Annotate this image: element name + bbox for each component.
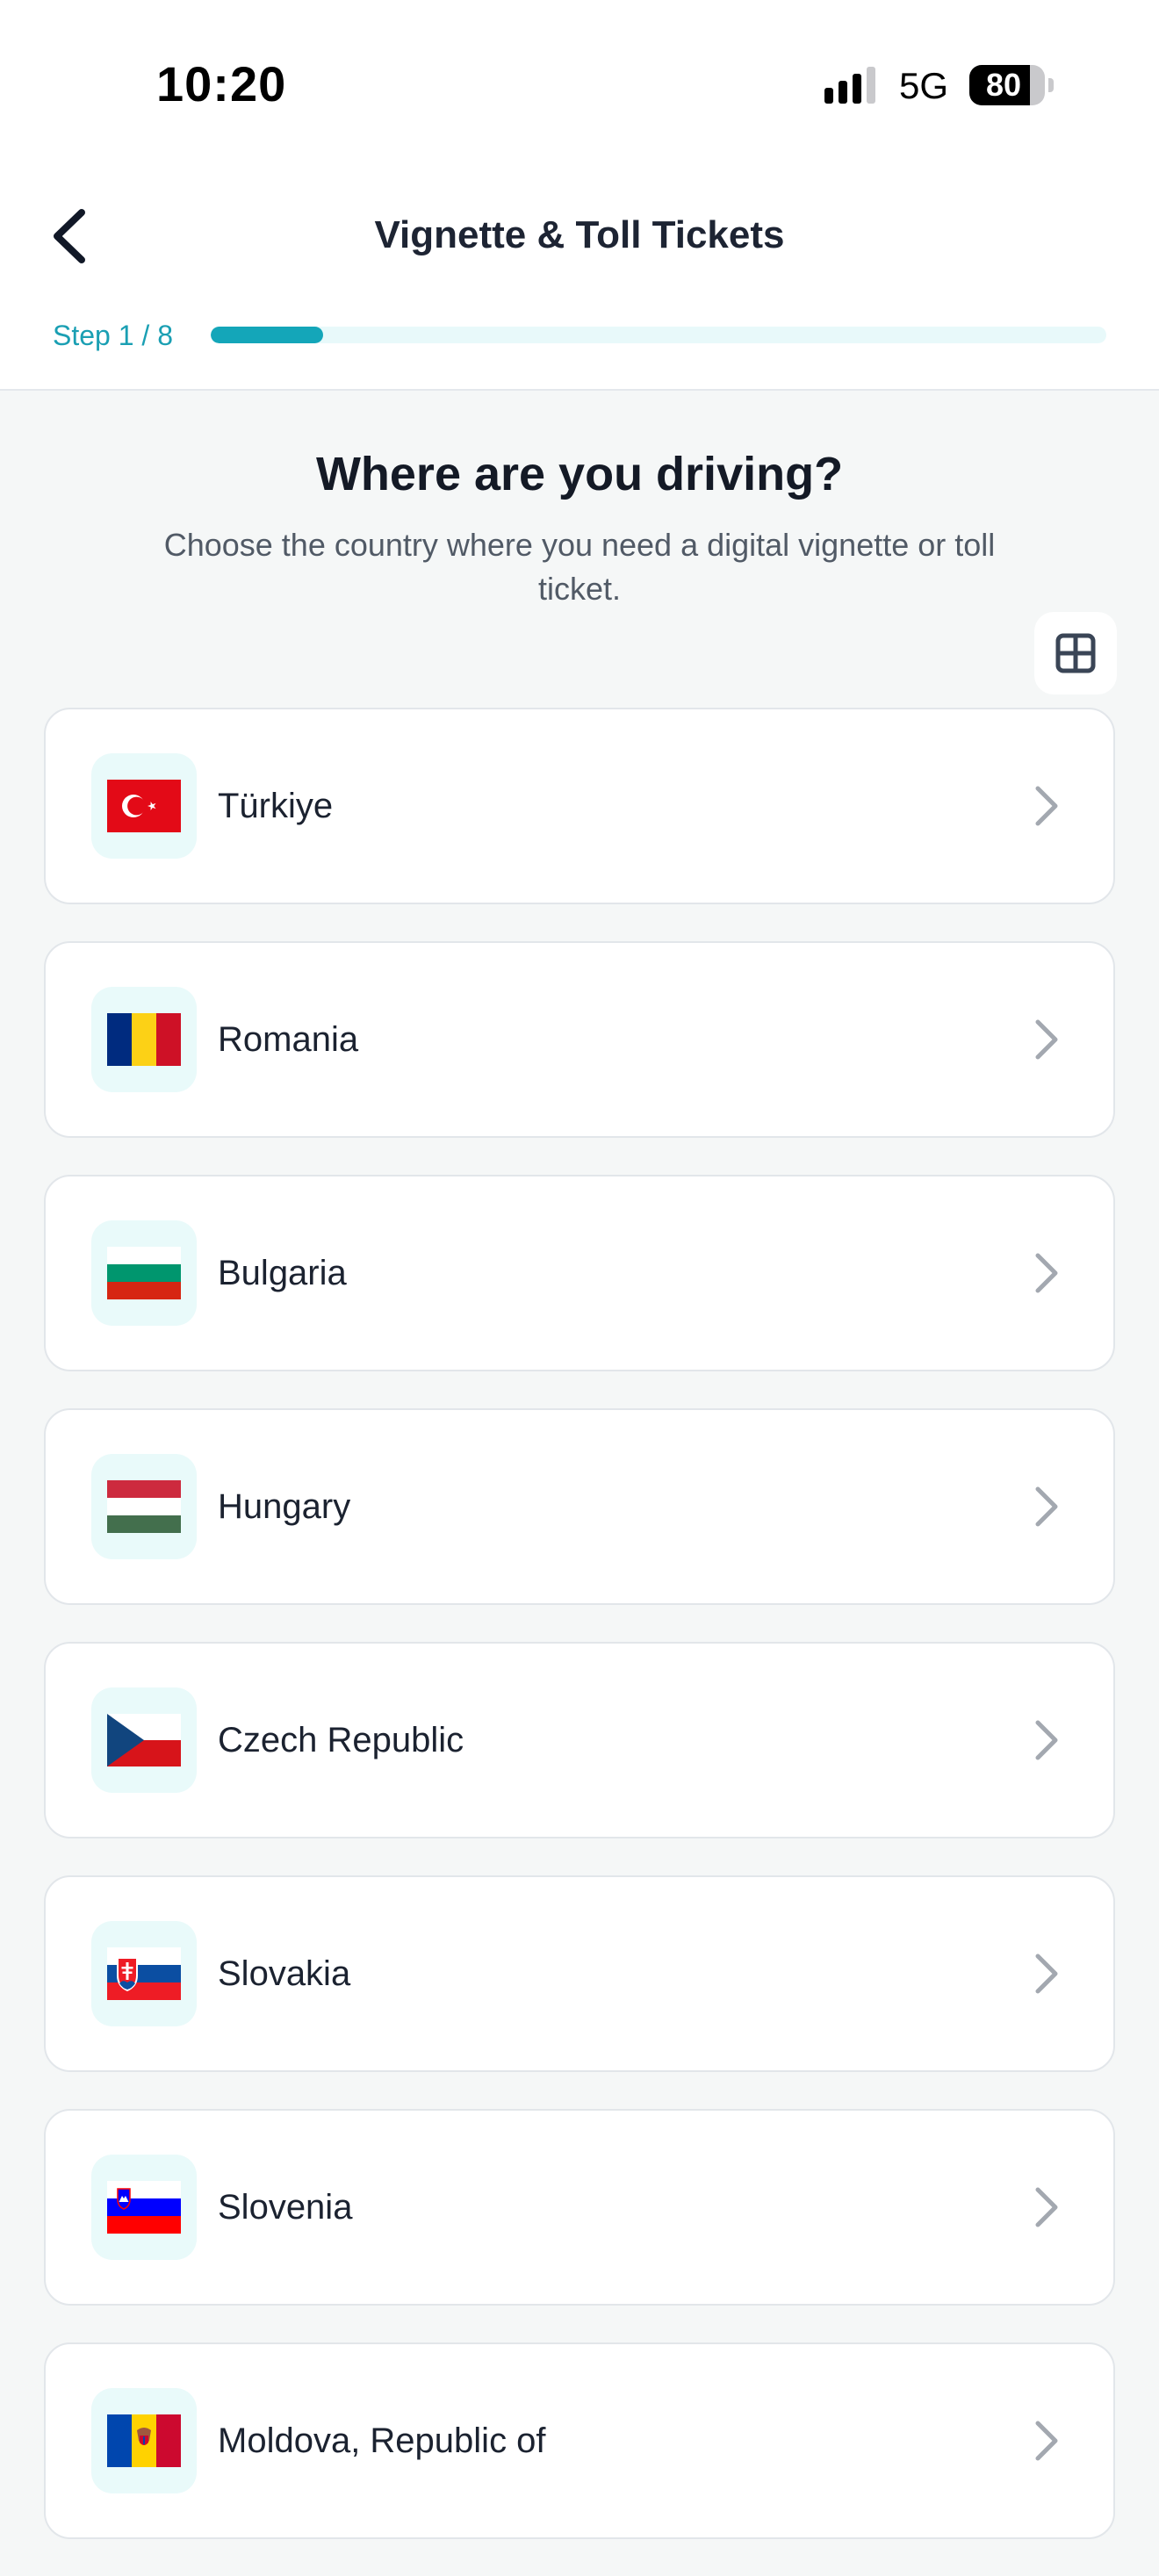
chevron-right-icon (1035, 1720, 1058, 1760)
chevron-right-icon (1035, 1954, 1058, 1994)
flag-slovakia-icon (107, 1947, 181, 2000)
country-name: Czech Republic (218, 1721, 464, 1759)
top-bar: 10:20 5G 80 Vignette & Toll Tickets Step… (0, 0, 1159, 391)
country-item-slovenia[interactable]: Slovenia (44, 2109, 1115, 2306)
flag-czech-icon (107, 1714, 181, 1767)
country-item-slovakia[interactable]: Slovakia (44, 1875, 1115, 2072)
chevron-right-icon (1035, 786, 1058, 826)
flag-badge (91, 753, 197, 859)
flag-badge (91, 2388, 197, 2493)
flag-badge (91, 1220, 197, 1326)
grid-icon (1055, 633, 1096, 673)
grid-view-toggle-button[interactable] (1034, 612, 1117, 694)
progress-bar (211, 327, 1106, 343)
flag-moldova-icon (107, 2414, 181, 2467)
flag-badge (91, 1454, 197, 1559)
section-subheading: Choose the country where you need a digi… (163, 527, 996, 607)
country-name: Bulgaria (218, 1254, 347, 1292)
back-button[interactable] (39, 198, 100, 274)
flag-slovenia-icon (107, 2181, 181, 2234)
battery-percent: 80 (985, 67, 1022, 103)
flag-bulgaria-icon (107, 1247, 181, 1299)
flag-turkey-icon (107, 780, 181, 832)
country-item-hungary[interactable]: Hungary (44, 1408, 1115, 1605)
page-title: Vignette & Toll Tickets (374, 213, 785, 256)
chevron-left-icon (54, 209, 85, 263)
chevron-right-icon (1035, 2421, 1058, 2461)
flag-hungary-icon (107, 1480, 181, 1533)
chevron-right-icon (1035, 2187, 1058, 2227)
country-name: Slovenia (218, 2188, 353, 2227)
country-list: Türkiye Romania Bulgaria Hungary Czech R… (44, 708, 1115, 2576)
chevron-right-icon (1035, 1019, 1058, 1060)
country-name: Slovakia (218, 1954, 351, 1993)
chevron-right-icon (1035, 1486, 1058, 1527)
country-name: Hungary (218, 1487, 351, 1526)
country-item-romania[interactable]: Romania (44, 941, 1115, 1138)
status-time: 10:20 (156, 56, 287, 112)
country-item-moldova[interactable]: Moldova, Republic of (44, 2342, 1115, 2539)
flag-romania-icon (107, 1013, 181, 1066)
cellular-signal-icon (824, 67, 875, 104)
progress-bar-fill (211, 327, 323, 343)
country-name: Türkiye (218, 787, 334, 825)
flag-badge (91, 1687, 197, 1793)
flag-badge (91, 2155, 197, 2260)
flag-badge (91, 987, 197, 1092)
country-item-bulgaria[interactable]: Bulgaria (44, 1175, 1115, 1371)
country-name: Romania (218, 1020, 359, 1059)
battery-icon: 80 (969, 65, 1054, 105)
country-name: Moldova, Republic of (218, 2421, 546, 2460)
flag-badge (91, 1921, 197, 2026)
section-heading: Where are you driving? (315, 448, 844, 500)
network-type: 5G (899, 65, 949, 106)
step-label: Step 1 / 8 (53, 320, 173, 351)
country-item-turkiye[interactable]: Türkiye (44, 708, 1115, 904)
chevron-right-icon (1035, 1253, 1058, 1293)
country-item-czech-republic[interactable]: Czech Republic (44, 1642, 1115, 1838)
